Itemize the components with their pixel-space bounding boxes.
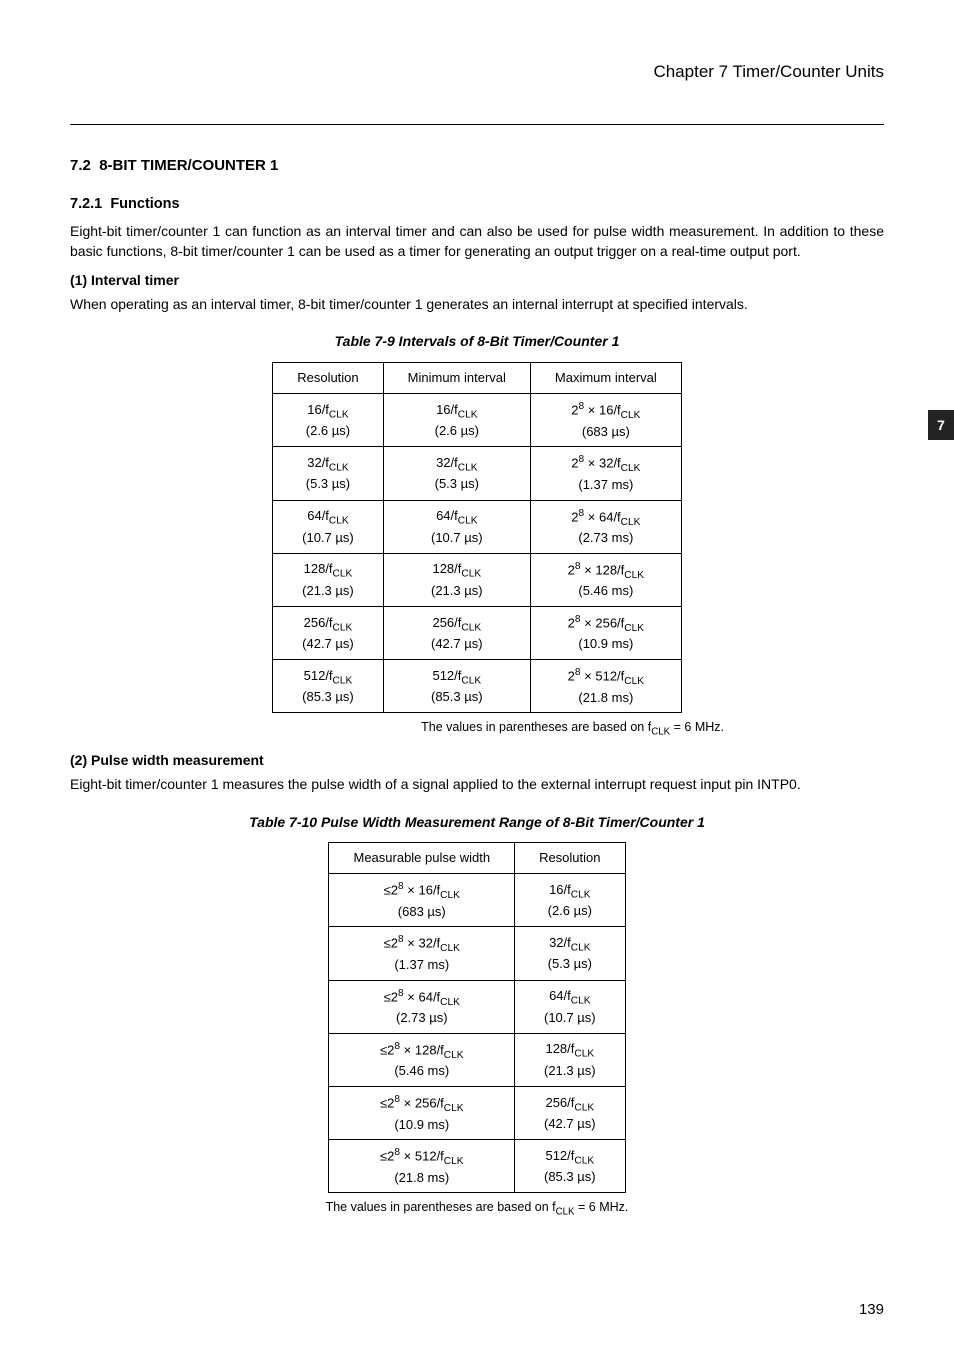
subsection-heading: 7.2.1 Functions xyxy=(70,194,884,214)
table-cell: 512/fCLK(85.3 µs) xyxy=(515,1140,625,1193)
table-row: 64/fCLK(10.7 µs)64/fCLK(10.7 µs)28 × 64/… xyxy=(273,500,682,553)
table-header-cell: Resolution xyxy=(273,363,383,394)
table-cell: 16/fCLK(2.6 µs) xyxy=(383,394,530,447)
table-cell: ≤28 × 32/fCLK(1.37 ms) xyxy=(329,927,515,980)
page-number: 139 xyxy=(70,1299,884,1320)
table-header-cell: Maximum interval xyxy=(530,363,681,394)
table-cell: 128/fCLK(21.3 µs) xyxy=(273,553,383,606)
intro-paragraph: Eight-bit timer/counter 1 can function a… xyxy=(70,222,884,261)
table-cell: 28 × 128/fCLK(5.46 ms) xyxy=(530,553,681,606)
subsection-title: Functions xyxy=(110,196,179,212)
item1-body: When operating as an interval timer, 8-b… xyxy=(70,295,884,315)
table-row: ≤28 × 16/fCLK(683 µs)16/fCLK(2.6 µs) xyxy=(329,874,625,927)
table-7-9-caption: Table 7-9 Intervals of 8-Bit Timer/Count… xyxy=(70,332,884,352)
table-row: 128/fCLK(21.3 µs)128/fCLK(21.3 µs)28 × 1… xyxy=(273,553,682,606)
table-7-10-note: The values in parentheses are based on f… xyxy=(70,1199,884,1219)
table-7-10: Measurable pulse widthResolution ≤28 × 1… xyxy=(328,842,625,1193)
table-cell: ≤28 × 256/fCLK(10.9 ms) xyxy=(329,1086,515,1139)
table-row: 256/fCLK(42.7 µs)256/fCLK(42.7 µs)28 × 2… xyxy=(273,606,682,659)
table-cell: 256/fCLK(42.7 µs) xyxy=(273,606,383,659)
section-title: 8-BIT TIMER/COUNTER 1 xyxy=(99,157,278,174)
table-cell: 256/fCLK(42.7 µs) xyxy=(515,1086,625,1139)
table-cell: 28 × 64/fCLK(2.73 ms) xyxy=(530,500,681,553)
table-row: 32/fCLK(5.3 µs)32/fCLK(5.3 µs)28 × 32/fC… xyxy=(273,447,682,500)
table-cell: 16/fCLK(2.6 µs) xyxy=(515,874,625,927)
table-row: ≤28 × 512/fCLK(21.8 ms)512/fCLK(85.3 µs) xyxy=(329,1140,625,1193)
table-cell: 28 × 32/fCLK(1.37 ms) xyxy=(530,447,681,500)
table-row: 512/fCLK(85.3 µs)512/fCLK(85.3 µs)28 × 5… xyxy=(273,660,682,713)
item1-heading: (1) Interval timer xyxy=(70,271,884,291)
table-cell: 32/fCLK(5.3 µs) xyxy=(273,447,383,500)
page-header: Chapter 7 Timer/Counter Units xyxy=(70,60,884,90)
item2-body: Eight-bit timer/counter 1 measures the p… xyxy=(70,775,884,795)
table-row: 16/fCLK(2.6 µs)16/fCLK(2.6 µs)28 × 16/fC… xyxy=(273,394,682,447)
table-row: ≤28 × 256/fCLK(10.9 ms)256/fCLK(42.7 µs) xyxy=(329,1086,625,1139)
table-cell: 64/fCLK(10.7 µs) xyxy=(515,980,625,1033)
table-cell: 256/fCLK(42.7 µs) xyxy=(383,606,530,659)
table-cell: 128/fCLK(21.3 µs) xyxy=(515,1033,625,1086)
table-cell: 28 × 16/fCLK(683 µs) xyxy=(530,394,681,447)
table-cell: 512/fCLK(85.3 µs) xyxy=(273,660,383,713)
table-7-10-caption: Table 7-10 Pulse Width Measurement Range… xyxy=(70,813,884,833)
table-cell: ≤28 × 512/fCLK(21.8 ms) xyxy=(329,1140,515,1193)
table-row: ≤28 × 64/fCLK(2.73 µs)64/fCLK(10.7 µs) xyxy=(329,980,625,1033)
table-cell: 128/fCLK(21.3 µs) xyxy=(383,553,530,606)
chapter-side-tab: 7 xyxy=(928,410,954,440)
table-row: ≤28 × 128/fCLK(5.46 ms)128/fCLK(21.3 µs) xyxy=(329,1033,625,1086)
table-cell: 16/fCLK(2.6 µs) xyxy=(273,394,383,447)
table-7-9: ResolutionMinimum intervalMaximum interv… xyxy=(272,362,682,713)
table-7-9-note: The values in parentheses are based on f… xyxy=(70,719,724,739)
subsection-number: 7.2.1 xyxy=(70,196,102,212)
table-cell: 512/fCLK(85.3 µs) xyxy=(383,660,530,713)
section-heading: 7.2 8-BIT TIMER/COUNTER 1 xyxy=(70,155,884,176)
table-row: ≤28 × 32/fCLK(1.37 ms)32/fCLK(5.3 µs) xyxy=(329,927,625,980)
table-header-cell: Resolution xyxy=(515,843,625,874)
header-rule xyxy=(70,124,884,125)
table-cell: ≤28 × 128/fCLK(5.46 ms) xyxy=(329,1033,515,1086)
item2-heading: (2) Pulse width measurement xyxy=(70,751,884,771)
table-header-cell: Measurable pulse width xyxy=(329,843,515,874)
table-cell: 32/fCLK(5.3 µs) xyxy=(383,447,530,500)
table-cell: 28 × 256/fCLK(10.9 ms) xyxy=(530,606,681,659)
section-number: 7.2 xyxy=(70,157,91,174)
table-cell: 28 × 512/fCLK(21.8 ms) xyxy=(530,660,681,713)
table-cell: 64/fCLK(10.7 µs) xyxy=(273,500,383,553)
table-cell: ≤28 × 16/fCLK(683 µs) xyxy=(329,874,515,927)
table-cell: ≤28 × 64/fCLK(2.73 µs) xyxy=(329,980,515,1033)
table-header-cell: Minimum interval xyxy=(383,363,530,394)
table-cell: 32/fCLK(5.3 µs) xyxy=(515,927,625,980)
table-cell: 64/fCLK(10.7 µs) xyxy=(383,500,530,553)
